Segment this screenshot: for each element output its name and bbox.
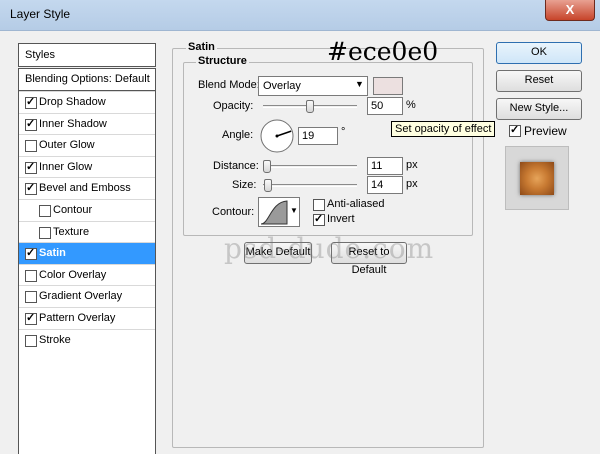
styles-item-label: Contour (53, 204, 93, 216)
watermark: psd-dude.com (224, 232, 435, 265)
styles-item-texture[interactable]: Texture (19, 220, 155, 243)
opacity-unit: % (406, 99, 416, 111)
size-unit: px (406, 178, 418, 190)
styles-item-color-overlay[interactable]: Color Overlay (19, 263, 155, 286)
opacity-label: Opacity: (213, 100, 254, 112)
styles-item-checkbox[interactable] (25, 269, 37, 282)
styles-item-gradient-overlay[interactable]: Gradient Overlay (19, 285, 155, 307)
distance-input[interactable]: 11 (367, 157, 403, 175)
blend-mode-select[interactable]: Overlay ▼ (258, 76, 368, 96)
size-slider-thumb[interactable] (264, 179, 273, 192)
invert-label: Invert (327, 213, 355, 225)
structure-title: Structure (196, 55, 249, 67)
styles-item-label: Blending Options: Default (25, 73, 150, 85)
preview-image (520, 162, 554, 195)
opacity-tooltip: Set opacity of effect (391, 121, 496, 137)
styles-item-pattern-overlay[interactable]: Pattern Overlay (19, 307, 155, 329)
angle-label: Angle: (222, 129, 254, 141)
chevron-down-icon: ▼ (355, 79, 364, 89)
satin-title: Satin (186, 41, 217, 53)
angle-dial[interactable] (259, 118, 295, 154)
size-input[interactable]: 14 (367, 176, 403, 194)
styles-item-label: Color Overlay (39, 268, 107, 281)
styles-item-inner-shadow[interactable]: Inner Shadow (19, 112, 155, 135)
styles-item-checkbox[interactable] (25, 291, 37, 304)
distance-label: Distance: (213, 160, 259, 172)
preview-label: Preview (524, 124, 567, 138)
blend-mode-value: Overlay (263, 80, 301, 92)
styles-item-label: Drop Shadow (39, 96, 106, 108)
styles-item-label: Texture (53, 225, 90, 238)
styles-item-contour[interactable]: Contour (19, 199, 155, 221)
styles-item-label: Inner Glow (39, 160, 93, 173)
styles-item-label: Pattern Overlay (39, 312, 116, 324)
styles-item-blending-options-default[interactable]: Blending Options: Default (19, 69, 155, 91)
satin-color-swatch[interactable] (373, 77, 403, 95)
styles-item-label: Bevel and Emboss (39, 182, 131, 195)
distance-slider-thumb[interactable] (263, 160, 272, 173)
anti-aliased-checkbox[interactable] (313, 199, 325, 211)
new-style-button[interactable]: New Style... (496, 98, 582, 120)
styles-item-checkbox[interactable] (25, 140, 37, 153)
ok-button[interactable]: OK (496, 42, 582, 64)
blend-mode-label: Blend Mode: (198, 79, 260, 91)
opacity-value: 50 (371, 100, 384, 112)
styles-item-outer-glow[interactable]: Outer Glow (19, 134, 155, 156)
styles-list: Blending Options: Default Drop Shadow Inne… (18, 68, 156, 454)
anti-aliased-label: Anti-aliased (327, 198, 385, 210)
styles-item-checkbox[interactable] (39, 226, 51, 239)
styles-item-checkbox[interactable] (25, 160, 37, 174)
styles-item-checkbox[interactable] (25, 246, 37, 261)
styles-header-label: Styles (25, 49, 55, 61)
invert-checkbox[interactable] (313, 212, 325, 226)
styles-item-label: Satin (39, 247, 66, 260)
distance-value: 11 (371, 160, 383, 172)
contour-label: Contour: (212, 206, 255, 218)
opacity-input[interactable]: 50 (367, 97, 403, 115)
preview-checkbox[interactable] (509, 123, 521, 137)
styles-item-label: Inner Shadow (39, 117, 107, 130)
chevron-down-icon: ▼ (290, 206, 298, 215)
close-button[interactable]: X (545, 0, 595, 21)
angle-input[interactable]: 19 (298, 127, 338, 145)
styles-item-label: Gradient Overlay (39, 290, 123, 303)
contour-picker[interactable]: ▼ (258, 197, 300, 227)
size-slider-track[interactable] (263, 184, 357, 187)
reset-button[interactable]: Reset (496, 70, 582, 92)
styles-item-bevel-and-emboss[interactable]: Bevel and Emboss (19, 177, 155, 199)
styles-item-checkbox[interactable] (39, 205, 51, 217)
styles-item-inner-glow[interactable]: Inner Glow (19, 155, 155, 178)
preview-thumbnail (505, 146, 569, 210)
styles-item-label: Outer Glow (39, 139, 95, 152)
distance-unit: px (406, 159, 418, 171)
styles-item-satin[interactable]: Satin (19, 242, 155, 265)
styles-item-stroke[interactable]: Stroke (19, 328, 155, 351)
angle-unit: ° (341, 126, 346, 138)
hex-color-annotation: #ece0e0 (327, 37, 439, 66)
contour-curve-icon (260, 200, 288, 225)
size-value: 14 (371, 179, 384, 191)
styles-header[interactable]: Styles (18, 43, 156, 67)
title-bar: Layer Style X (0, 0, 600, 31)
styles-item-label: Stroke (39, 333, 71, 346)
distance-slider-track[interactable] (263, 165, 357, 168)
opacity-slider-thumb[interactable] (306, 100, 314, 113)
angle-value: 19 (302, 130, 315, 142)
styles-item-checkbox[interactable] (25, 311, 37, 325)
size-label: Size: (232, 179, 257, 191)
window-title: Layer Style (10, 7, 71, 21)
styles-item-checkbox[interactable] (25, 334, 37, 347)
styles-item-checkbox[interactable] (25, 181, 37, 196)
styles-item-checkbox[interactable] (25, 117, 37, 131)
styles-item-checkbox[interactable] (25, 95, 37, 109)
styles-item-drop-shadow[interactable]: Drop Shadow (19, 91, 155, 113)
